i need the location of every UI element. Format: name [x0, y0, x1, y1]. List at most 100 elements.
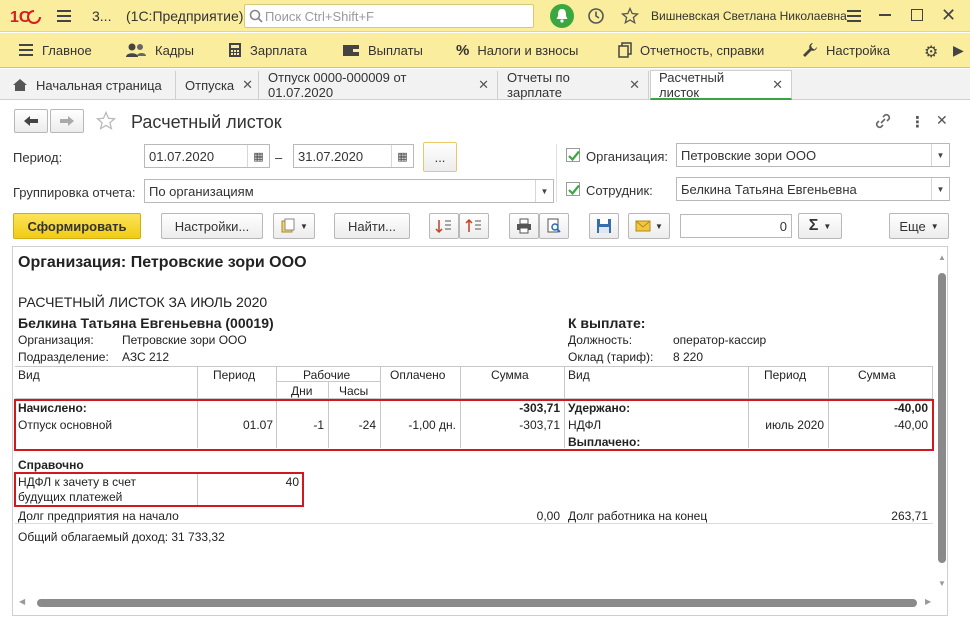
chevron-down-icon: ▼ [655, 221, 663, 231]
print-preview-icon [547, 218, 561, 233]
documents-icon [618, 42, 632, 58]
send-email-button[interactable]: ▼ [628, 213, 670, 239]
employee-field[interactable]: Белкина Татьяна Евгеньевна ▼ [676, 177, 950, 201]
period-label: Период: [13, 150, 63, 165]
sort-ascending-button[interactable] [429, 213, 459, 239]
checkmark-icon [568, 150, 580, 162]
period-from-field[interactable]: 01.07.2020 ▦ [144, 144, 270, 168]
main-menu-icon[interactable] [56, 8, 72, 27]
settings-button[interactable]: Настройки... [161, 213, 263, 239]
scroll-up-icon[interactable]: ▲ [938, 253, 946, 262]
selection-sum-field[interactable]: 0 [680, 214, 792, 238]
section-payments[interactable]: Выплаты [342, 33, 423, 67]
section-main[interactable]: Главное [18, 33, 92, 67]
organization-field[interactable]: Петровские зори ООО ▼ [676, 143, 950, 167]
save-button[interactable] [589, 213, 619, 239]
chevron-down-icon[interactable]: ▼ [535, 180, 553, 202]
close-tab-icon[interactable]: ✕ [629, 77, 640, 93]
tab-payslip[interactable]: Расчетный листок ✕ [650, 70, 792, 100]
organization-value: Петровские зори ООО [681, 147, 817, 163]
period-select-button[interactable]: ... [423, 142, 457, 172]
home-icon [13, 79, 27, 91]
header-days: Дни [291, 384, 313, 398]
report-document[interactable]: Организация: Петровские зори ООО РАСЧЕТН… [12, 246, 948, 616]
sort-descending-icon [465, 218, 481, 232]
scroll-right-icon[interactable]: ▶ [925, 597, 931, 606]
tab-label: Отпуска [185, 77, 235, 93]
section-label: Зарплата [250, 42, 307, 58]
vertical-scroll-thumb[interactable] [938, 273, 946, 563]
history-icon[interactable] [587, 7, 605, 28]
close-form-icon[interactable]: ✕ [936, 112, 948, 129]
calendar-icon[interactable]: ▦ [247, 145, 269, 167]
employee-checkbox[interactable] [566, 182, 580, 196]
report-title: РАСЧЕТНЫЙ ЛИСТОК ЗА ИЮЛЬ 2020 [18, 294, 268, 310]
organization-checkbox[interactable] [566, 148, 580, 162]
section-reports[interactable]: Отчетность, справки [618, 33, 764, 67]
minimize-icon[interactable] [879, 14, 891, 16]
chevron-down-icon[interactable]: ▼ [931, 144, 949, 166]
chevron-down-icon[interactable]: ▼ [931, 178, 949, 200]
sum-menu-button[interactable]: Σ ▼ [798, 213, 842, 239]
favorites-star-icon[interactable] [620, 6, 640, 28]
print-button[interactable] [509, 213, 539, 239]
scroll-down-icon[interactable]: ▼ [938, 579, 946, 588]
notifications-bell-icon[interactable] [550, 4, 574, 28]
period-more-label: ... [434, 149, 446, 165]
arrow-left-icon [24, 116, 38, 126]
calendar-icon[interactable]: ▦ [391, 145, 413, 167]
current-user[interactable]: Вишневская Светлана Николаевна [651, 9, 847, 23]
grouping-select[interactable]: По организациям ▼ [144, 179, 554, 203]
settings-menu-icon[interactable] [846, 8, 862, 27]
back-button[interactable] [14, 109, 48, 133]
employee-name: Белкина Татьяна Евгеньевна (00019) [18, 315, 274, 331]
report-variants-icon [281, 218, 295, 233]
link-icon[interactable] [874, 112, 892, 133]
tab-home[interactable]: Начальная страница [4, 71, 176, 99]
close-tab-icon[interactable]: ✕ [772, 77, 783, 93]
section-settings[interactable]: Настройка [802, 33, 890, 67]
salary-label: Оклад (тариф): [568, 350, 654, 364]
favorite-star-icon[interactable] [95, 110, 117, 134]
global-search[interactable]: Поиск Ctrl+Shift+F [244, 4, 534, 28]
maximize-icon[interactable] [911, 9, 923, 21]
period-to-field[interactable]: 31.07.2020 ▦ [293, 144, 414, 168]
scroll-left-icon[interactable]: ◀ [19, 597, 25, 606]
section-salary[interactable]: Зарплата [228, 33, 307, 67]
tab-vacations[interactable]: Отпуска ✕ [177, 71, 259, 99]
table-border [15, 523, 933, 524]
vertical-scrollbar[interactable]: ▲ ▼ [938, 253, 946, 593]
arrow-right-icon [60, 116, 74, 126]
print-preview-button[interactable] [539, 213, 569, 239]
header-working: Рабочие [303, 368, 351, 382]
horizontal-scrollbar[interactable]: ◀ ▶ [19, 597, 935, 607]
more-actions-icon[interactable]: ⋮ [910, 113, 925, 131]
grouping-value: По организациям [149, 183, 254, 199]
taxable-income: Общий облагаемый доход: 31 733,32 [18, 530, 225, 544]
to-pay-label: К выплате: [568, 315, 646, 331]
search-icon [249, 9, 263, 23]
tab-vacation-doc[interactable]: Отпуск 0000-000009 от 01.07.2020 ✕ [260, 70, 498, 100]
period-from-value: 01.07.2020 [149, 148, 215, 164]
more-menu-button[interactable]: Еще ▼ [889, 213, 949, 239]
tab-salary-reports[interactable]: Отчеты по зарплате ✕ [499, 70, 649, 100]
chevron-down-icon: ▼ [823, 221, 832, 231]
form-title: Расчетный листок [131, 112, 282, 132]
section-taxes[interactable]: % Налоги и взносы [456, 33, 578, 67]
app-name: (1С:Предприятие) [126, 8, 244, 24]
close-tab-icon[interactable]: ✕ [478, 77, 489, 93]
forward-button[interactable] [50, 109, 84, 133]
generate-button[interactable]: Сформировать [13, 213, 141, 239]
grouping-label: Группировка отчета: [13, 185, 136, 200]
horizontal-scroll-thumb[interactable] [37, 599, 917, 607]
variants-menu-button[interactable]: ▼ [273, 213, 315, 239]
sort-descending-button[interactable] [459, 213, 489, 239]
department-label: Подразделение: [18, 350, 109, 364]
close-window-icon[interactable]: ✕ [941, 5, 956, 26]
sections-scroll-right-icon[interactable]: ▶ [953, 42, 964, 59]
section-hr[interactable]: Кадры [125, 33, 194, 67]
find-button[interactable]: Найти... [334, 213, 410, 239]
table-border [15, 366, 933, 367]
gear-icon[interactable]: ⚙ [924, 42, 938, 62]
close-tab-icon[interactable]: ✕ [242, 77, 253, 93]
